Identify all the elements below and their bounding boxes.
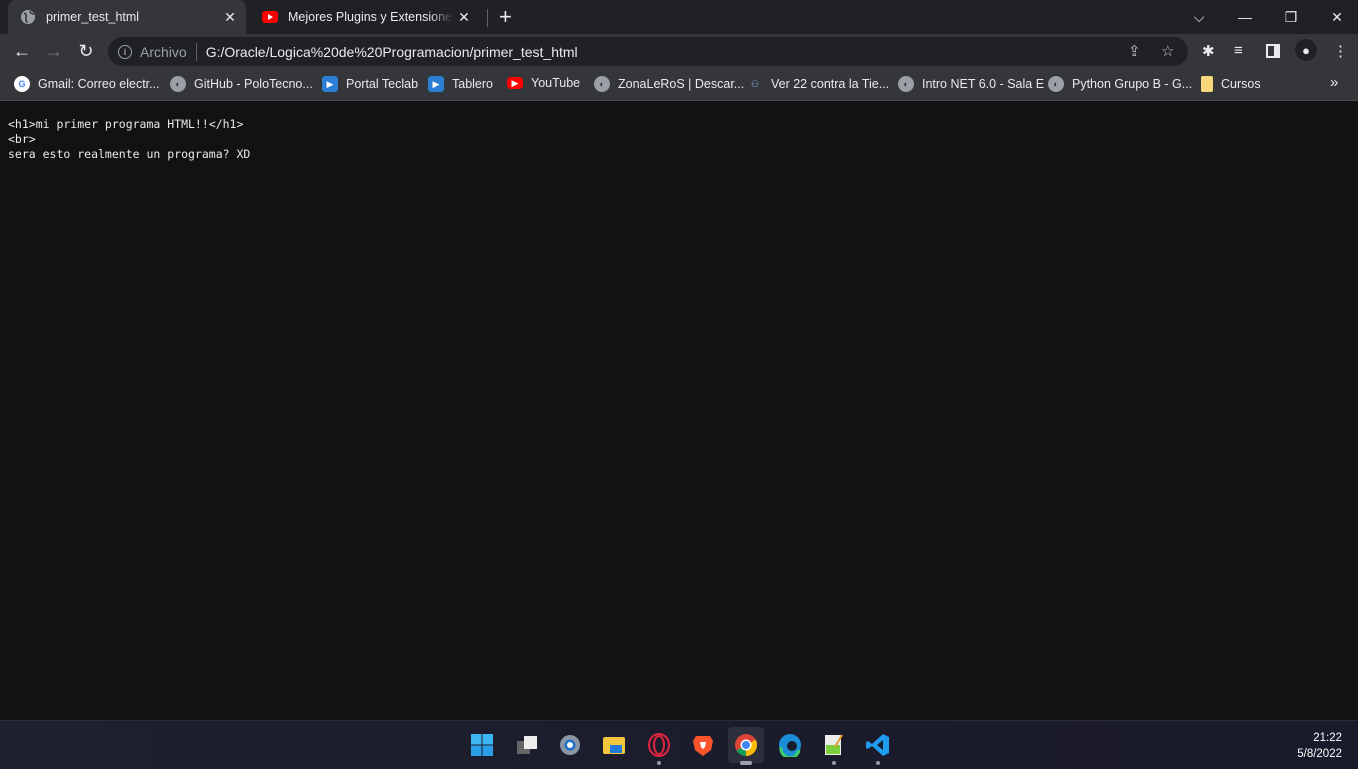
windows-taskbar: 21:22 5/8/2022 [0,720,1358,769]
bookmark-label: Cursos [1221,77,1261,91]
globe-icon: ◐ [594,76,610,92]
running-indicator [876,761,880,765]
close-tab-icon[interactable]: ✕ [454,9,474,26]
bookmark-item[interactable]: ◐ ZonaLeRoS | Descar... [594,76,744,92]
address-separator [195,42,197,61]
bookmark-label: GitHub - PoloTecno... [194,77,313,91]
bookmark-label: Tablero [452,77,493,91]
bookmark-item[interactable]: ◐ Python Grupo B - G... [1048,76,1192,92]
bookmark-label: Gmail: Correo electr... [38,77,160,91]
teclab-icon: ▶ [322,76,338,92]
minimize-button[interactable]: — [1222,0,1268,34]
info-icon[interactable]: i [118,44,132,59]
bookmark-label: Portal Teclab [346,77,419,91]
close-tab-icon[interactable]: ✕ [220,9,240,26]
profile-avatar-icon[interactable]: ● [1295,39,1317,61]
folder-icon [1201,76,1213,92]
tab-separator [487,9,488,27]
taskbar-notepad-plus-button[interactable] [816,727,852,765]
bookmark-item[interactable]: ▶ Portal Teclab [322,76,418,92]
vscode-icon [866,733,890,757]
taskbar-start-button[interactable] [464,727,500,763]
text-line: <h1>mi primer programa HTML!!</h1> [8,117,244,131]
side-panel-icon[interactable] [1266,44,1280,58]
bookmark-item[interactable]: ▶ YouTube [507,76,580,90]
back-button[interactable]: ← [9,38,35,64]
youtube-icon: ▶ [507,77,523,89]
tab-strip: primer_test_html ✕ Mejores Plugins y Ext… [0,0,1358,34]
opera-icon [647,733,671,757]
restore-button[interactable]: ❐ [1268,0,1314,34]
tab-title: primer_test_html [46,10,140,24]
youtube-icon [262,11,278,23]
bookmark-item[interactable]: ▶ Tablero [428,76,493,92]
text-line: <br> [8,132,36,146]
bookmark-label: ZonaLeRoS | Descar... [618,77,745,91]
bookmark-item[interactable]: ◐ GitHub - PoloTecno... [170,76,313,92]
bookmarks-bar: » G Gmail: Correo electr... ◐ GitHub - Polo… [0,68,1358,101]
tab-search-chevron-icon[interactable]: ⌵ [1176,0,1222,34]
tab-primer-test-html[interactable]: primer_test_html ✕ [8,0,246,34]
url-text[interactable]: G:/Oracle/Logica%20de%20Programacion/pri… [206,44,578,60]
page-content: <h1>mi primer programa HTML!!</h1> <br> se… [8,117,250,162]
people-icon: ⚇ [750,78,760,89]
brave-icon [691,733,715,757]
toolbar: ← → ↻ i Archivo G:/Oracle/Logica%20de%20… [0,34,1358,68]
windows-start-icon [470,733,494,757]
taskbar-file-explorer-button[interactable] [596,727,632,763]
running-indicator [832,761,836,765]
clock-date: 5/8/2022 [1297,748,1342,760]
media-queue-icon[interactable]: ≡ [1234,42,1243,59]
notepad-icon [822,733,846,757]
extensions-puzzle-icon[interactable]: ✱ [1202,42,1215,60]
globe-icon: ◐ [1048,76,1064,92]
bookmark-label: Ver 22 contra la Tie... [771,77,890,91]
gear-icon [558,733,582,757]
tab-title: Mejores Plugins y Extensiones de [288,10,454,24]
taskbar-opera-button[interactable] [641,727,677,765]
globe-icon: ◐ [898,76,914,92]
bookmark-item[interactable]: ◐ Intro NET 6.0 - Sala E [898,76,1044,92]
taskbar-edge-button[interactable] [772,727,808,763]
running-indicator [657,761,661,765]
taskbar-settings-button[interactable] [552,727,588,763]
bookmark-label: YouTube [531,76,581,90]
system-clock[interactable]: 21:22 5/8/2022 [1297,730,1342,762]
share-icon[interactable]: ⇪ [1128,42,1141,60]
chrome-icon [734,733,758,757]
globe-icon [21,10,35,24]
forward-button[interactable]: → [41,38,67,64]
bookmark-item[interactable]: G Gmail: Correo electr... [14,76,160,92]
new-tab-button[interactable]: + [499,4,512,30]
bookmark-star-icon[interactable]: ☆ [1161,42,1174,60]
taskbar-brave-button[interactable] [685,727,721,763]
bookmark-item[interactable]: Cursos [1201,76,1261,92]
running-indicator [740,761,752,765]
globe-icon: ◐ [170,76,186,92]
task-view-icon [515,733,539,757]
bookmark-label: Intro NET 6.0 - Sala E [922,77,1045,91]
edge-icon [778,733,802,757]
text-line: sera esto realmente un programa? XD [8,147,251,161]
menu-kebab-icon[interactable]: ⋮ [1333,42,1348,60]
close-window-button[interactable]: ✕ [1314,0,1358,34]
folder-icon [602,733,626,757]
tab-mejores-plugins[interactable]: Mejores Plugins y Extensiones de ✕ [250,0,480,34]
bookmark-item[interactable]: ⚇ Ver 22 contra la Tie... [747,76,889,92]
taskbar-vscode-button[interactable] [860,727,896,765]
bookmark-label: Python Grupo B - G... [1072,77,1193,91]
scheme-label: Archivo [140,43,187,60]
taskbar-task-view-button[interactable] [509,727,545,763]
reload-button[interactable]: ↻ [73,38,99,64]
more-bookmarks-chevron-icon[interactable]: » [1330,74,1338,91]
taskbar-chrome-button[interactable] [728,727,764,765]
address-bar[interactable]: i Archivo G:/Oracle/Logica%20de%20Progra… [108,37,1188,66]
clock-time: 21:22 [1313,732,1342,744]
google-icon: G [14,76,30,92]
teclab-icon: ▶ [428,76,444,92]
